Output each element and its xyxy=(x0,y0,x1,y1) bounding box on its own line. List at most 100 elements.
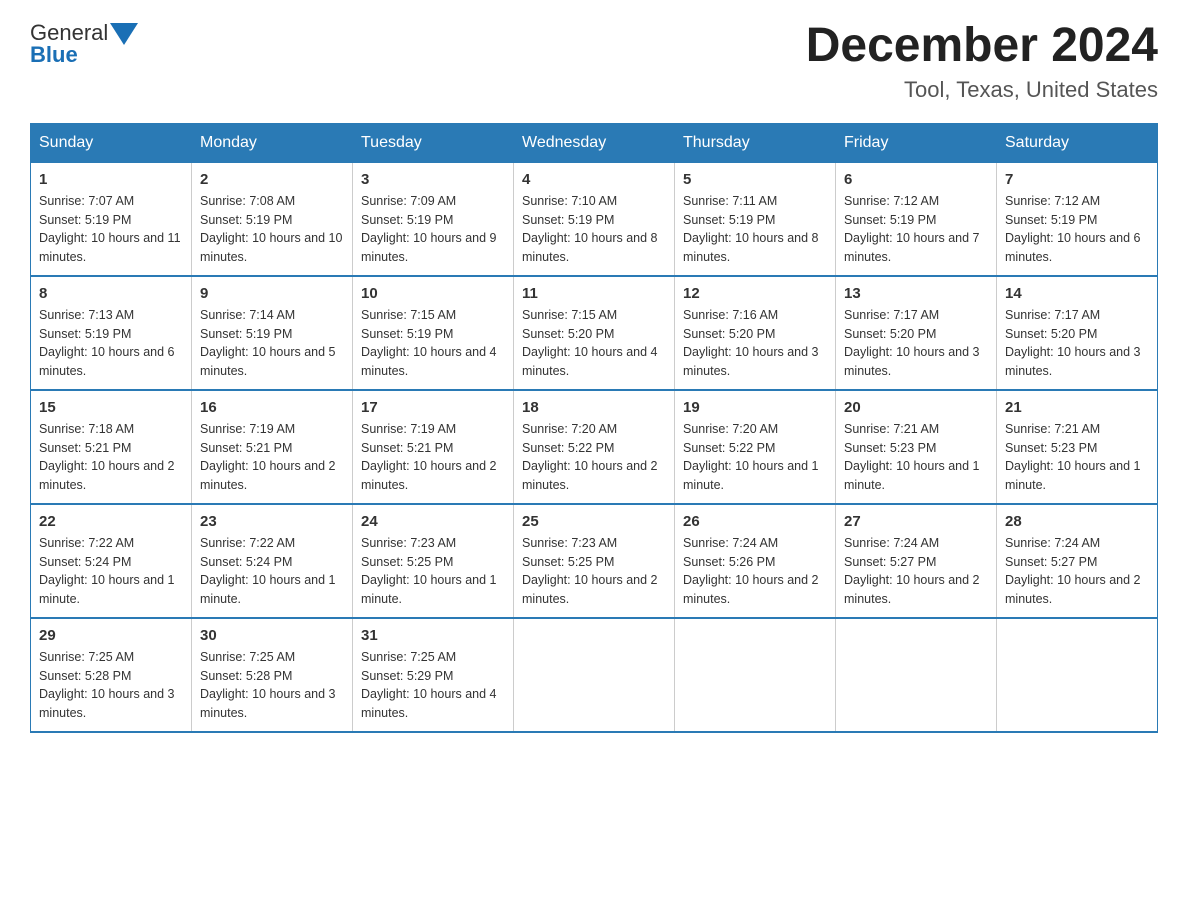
table-row: 18 Sunrise: 7:20 AM Sunset: 5:22 PM Dayl… xyxy=(514,390,675,504)
header-sunday: Sunday xyxy=(31,123,192,162)
day-number: 21 xyxy=(1005,399,1149,416)
day-info: Sunrise: 7:25 AM Sunset: 5:28 PM Dayligh… xyxy=(39,648,183,723)
day-number: 13 xyxy=(844,285,988,302)
day-info: Sunrise: 7:14 AM Sunset: 5:19 PM Dayligh… xyxy=(200,306,344,381)
day-number: 6 xyxy=(844,171,988,188)
day-number: 4 xyxy=(522,171,666,188)
table-row xyxy=(675,618,836,732)
calendar-subtitle: Tool, Texas, United States xyxy=(806,77,1158,103)
day-number: 25 xyxy=(522,513,666,530)
day-info: Sunrise: 7:20 AM Sunset: 5:22 PM Dayligh… xyxy=(683,420,827,495)
title-block: December 2024 Tool, Texas, United States xyxy=(806,20,1158,103)
table-row: 13 Sunrise: 7:17 AM Sunset: 5:20 PM Dayl… xyxy=(836,276,997,390)
day-number: 31 xyxy=(361,627,505,644)
calendar-week-row: 1 Sunrise: 7:07 AM Sunset: 5:19 PM Dayli… xyxy=(31,162,1158,276)
day-number: 22 xyxy=(39,513,183,530)
table-row: 22 Sunrise: 7:22 AM Sunset: 5:24 PM Dayl… xyxy=(31,504,192,618)
table-row: 2 Sunrise: 7:08 AM Sunset: 5:19 PM Dayli… xyxy=(192,162,353,276)
day-info: Sunrise: 7:15 AM Sunset: 5:20 PM Dayligh… xyxy=(522,306,666,381)
table-row: 26 Sunrise: 7:24 AM Sunset: 5:26 PM Dayl… xyxy=(675,504,836,618)
calendar-title: December 2024 xyxy=(806,20,1158,73)
day-number: 26 xyxy=(683,513,827,530)
day-info: Sunrise: 7:17 AM Sunset: 5:20 PM Dayligh… xyxy=(1005,306,1149,381)
calendar-week-row: 15 Sunrise: 7:18 AM Sunset: 5:21 PM Dayl… xyxy=(31,390,1158,504)
day-number: 2 xyxy=(200,171,344,188)
table-row: 29 Sunrise: 7:25 AM Sunset: 5:28 PM Dayl… xyxy=(31,618,192,732)
day-number: 17 xyxy=(361,399,505,416)
day-info: Sunrise: 7:24 AM Sunset: 5:26 PM Dayligh… xyxy=(683,534,827,609)
header-friday: Friday xyxy=(836,123,997,162)
header-thursday: Thursday xyxy=(675,123,836,162)
calendar-week-row: 29 Sunrise: 7:25 AM Sunset: 5:28 PM Dayl… xyxy=(31,618,1158,732)
day-number: 15 xyxy=(39,399,183,416)
logo-triangle-icon xyxy=(110,23,138,45)
table-row: 6 Sunrise: 7:12 AM Sunset: 5:19 PM Dayli… xyxy=(836,162,997,276)
table-row: 8 Sunrise: 7:13 AM Sunset: 5:19 PM Dayli… xyxy=(31,276,192,390)
day-info: Sunrise: 7:21 AM Sunset: 5:23 PM Dayligh… xyxy=(844,420,988,495)
table-row: 20 Sunrise: 7:21 AM Sunset: 5:23 PM Dayl… xyxy=(836,390,997,504)
day-info: Sunrise: 7:23 AM Sunset: 5:25 PM Dayligh… xyxy=(361,534,505,609)
day-number: 28 xyxy=(1005,513,1149,530)
calendar-table: Sunday Monday Tuesday Wednesday Thursday… xyxy=(30,123,1158,733)
day-info: Sunrise: 7:08 AM Sunset: 5:19 PM Dayligh… xyxy=(200,192,344,267)
table-row: 1 Sunrise: 7:07 AM Sunset: 5:19 PM Dayli… xyxy=(31,162,192,276)
day-number: 1 xyxy=(39,171,183,188)
day-number: 11 xyxy=(522,285,666,302)
day-number: 16 xyxy=(200,399,344,416)
table-row: 3 Sunrise: 7:09 AM Sunset: 5:19 PM Dayli… xyxy=(353,162,514,276)
header-monday: Monday xyxy=(192,123,353,162)
logo: General Blue xyxy=(30,20,138,68)
day-info: Sunrise: 7:25 AM Sunset: 5:28 PM Dayligh… xyxy=(200,648,344,723)
table-row: 31 Sunrise: 7:25 AM Sunset: 5:29 PM Dayl… xyxy=(353,618,514,732)
day-info: Sunrise: 7:07 AM Sunset: 5:19 PM Dayligh… xyxy=(39,192,183,267)
day-number: 18 xyxy=(522,399,666,416)
header-saturday: Saturday xyxy=(997,123,1158,162)
table-row: 11 Sunrise: 7:15 AM Sunset: 5:20 PM Dayl… xyxy=(514,276,675,390)
table-row: 28 Sunrise: 7:24 AM Sunset: 5:27 PM Dayl… xyxy=(997,504,1158,618)
table-row: 10 Sunrise: 7:15 AM Sunset: 5:19 PM Dayl… xyxy=(353,276,514,390)
day-info: Sunrise: 7:19 AM Sunset: 5:21 PM Dayligh… xyxy=(361,420,505,495)
page-header: General Blue December 2024 Tool, Texas, … xyxy=(30,20,1158,103)
table-row xyxy=(997,618,1158,732)
day-number: 10 xyxy=(361,285,505,302)
day-number: 19 xyxy=(683,399,827,416)
day-info: Sunrise: 7:11 AM Sunset: 5:19 PM Dayligh… xyxy=(683,192,827,267)
day-number: 14 xyxy=(1005,285,1149,302)
day-info: Sunrise: 7:21 AM Sunset: 5:23 PM Dayligh… xyxy=(1005,420,1149,495)
day-info: Sunrise: 7:09 AM Sunset: 5:19 PM Dayligh… xyxy=(361,192,505,267)
table-row: 14 Sunrise: 7:17 AM Sunset: 5:20 PM Dayl… xyxy=(997,276,1158,390)
day-info: Sunrise: 7:24 AM Sunset: 5:27 PM Dayligh… xyxy=(844,534,988,609)
day-number: 20 xyxy=(844,399,988,416)
day-info: Sunrise: 7:19 AM Sunset: 5:21 PM Dayligh… xyxy=(200,420,344,495)
table-row: 23 Sunrise: 7:22 AM Sunset: 5:24 PM Dayl… xyxy=(192,504,353,618)
day-number: 7 xyxy=(1005,171,1149,188)
day-number: 30 xyxy=(200,627,344,644)
table-row: 15 Sunrise: 7:18 AM Sunset: 5:21 PM Dayl… xyxy=(31,390,192,504)
day-info: Sunrise: 7:18 AM Sunset: 5:21 PM Dayligh… xyxy=(39,420,183,495)
day-info: Sunrise: 7:22 AM Sunset: 5:24 PM Dayligh… xyxy=(39,534,183,609)
table-row: 19 Sunrise: 7:20 AM Sunset: 5:22 PM Dayl… xyxy=(675,390,836,504)
table-row: 5 Sunrise: 7:11 AM Sunset: 5:19 PM Dayli… xyxy=(675,162,836,276)
table-row: 9 Sunrise: 7:14 AM Sunset: 5:19 PM Dayli… xyxy=(192,276,353,390)
day-info: Sunrise: 7:10 AM Sunset: 5:19 PM Dayligh… xyxy=(522,192,666,267)
day-info: Sunrise: 7:25 AM Sunset: 5:29 PM Dayligh… xyxy=(361,648,505,723)
day-info: Sunrise: 7:13 AM Sunset: 5:19 PM Dayligh… xyxy=(39,306,183,381)
table-row: 27 Sunrise: 7:24 AM Sunset: 5:27 PM Dayl… xyxy=(836,504,997,618)
day-info: Sunrise: 7:16 AM Sunset: 5:20 PM Dayligh… xyxy=(683,306,827,381)
table-row: 30 Sunrise: 7:25 AM Sunset: 5:28 PM Dayl… xyxy=(192,618,353,732)
table-row: 25 Sunrise: 7:23 AM Sunset: 5:25 PM Dayl… xyxy=(514,504,675,618)
header-tuesday: Tuesday xyxy=(353,123,514,162)
header-wednesday: Wednesday xyxy=(514,123,675,162)
table-row: 12 Sunrise: 7:16 AM Sunset: 5:20 PM Dayl… xyxy=(675,276,836,390)
day-info: Sunrise: 7:12 AM Sunset: 5:19 PM Dayligh… xyxy=(1005,192,1149,267)
day-number: 9 xyxy=(200,285,344,302)
day-number: 12 xyxy=(683,285,827,302)
day-info: Sunrise: 7:12 AM Sunset: 5:19 PM Dayligh… xyxy=(844,192,988,267)
day-number: 27 xyxy=(844,513,988,530)
day-number: 23 xyxy=(200,513,344,530)
table-row: 17 Sunrise: 7:19 AM Sunset: 5:21 PM Dayl… xyxy=(353,390,514,504)
day-info: Sunrise: 7:20 AM Sunset: 5:22 PM Dayligh… xyxy=(522,420,666,495)
day-info: Sunrise: 7:24 AM Sunset: 5:27 PM Dayligh… xyxy=(1005,534,1149,609)
table-row: 16 Sunrise: 7:19 AM Sunset: 5:21 PM Dayl… xyxy=(192,390,353,504)
logo-blue: Blue xyxy=(30,42,78,68)
